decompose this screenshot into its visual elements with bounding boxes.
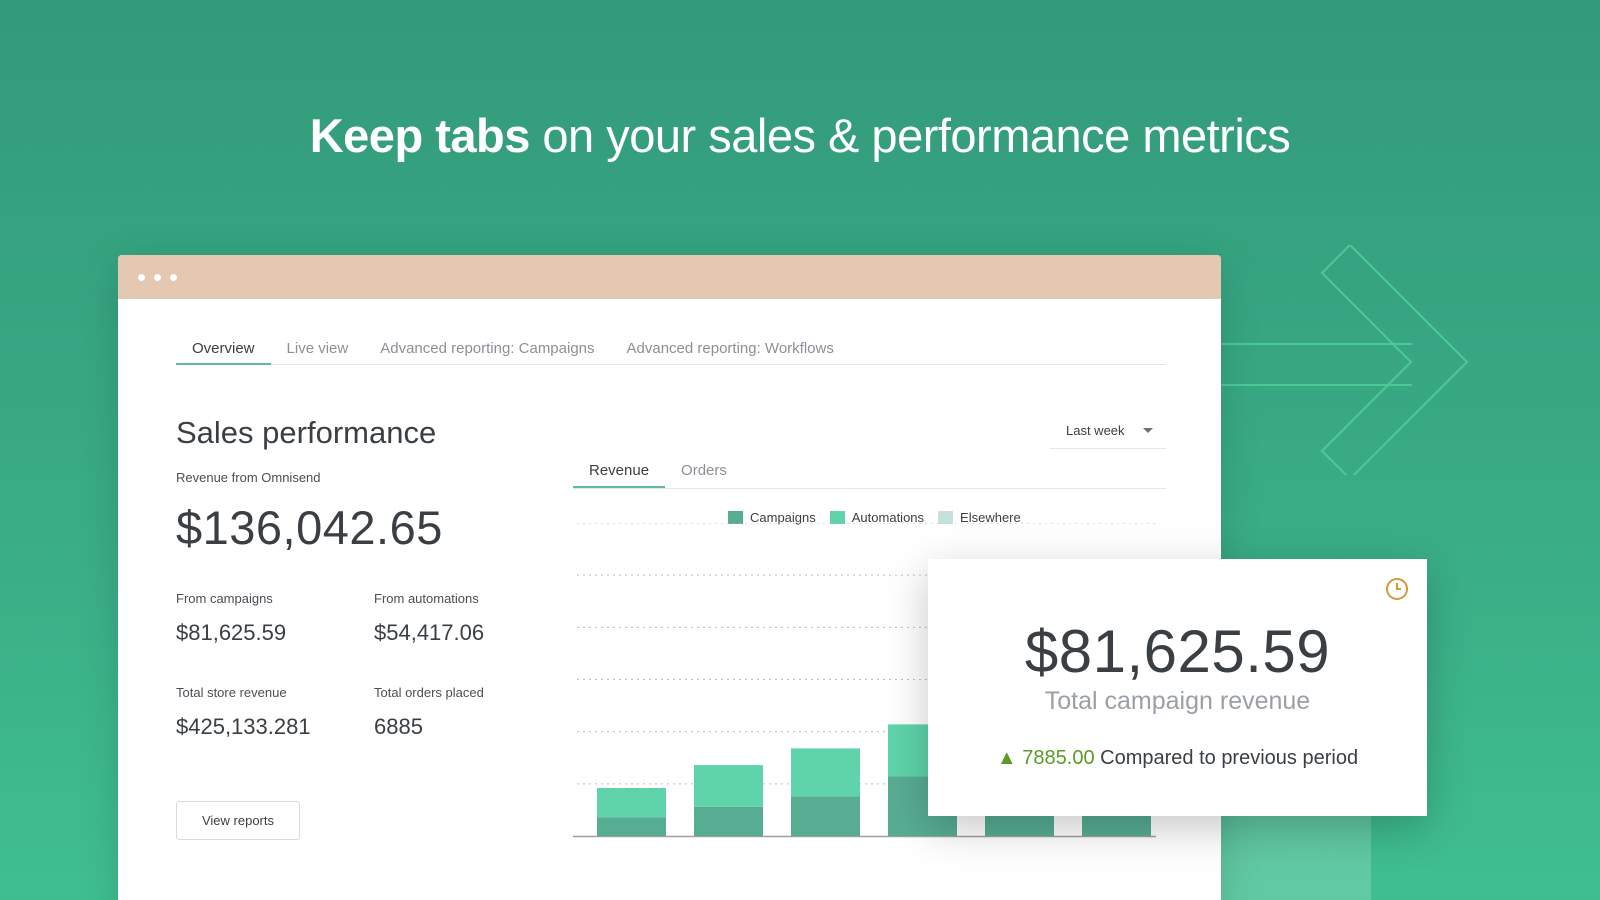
stat-orders: Total orders placed 6885 [374,685,484,740]
view-reports-button[interactable]: View reports [176,801,300,840]
stat-value: $425,133.281 [176,714,311,739]
ghost-bar [1221,813,1371,900]
card-delta: 7885.00 [1022,747,1095,769]
stat-value: $54,417.06 [374,620,485,645]
campaign-revenue-card: $81,625.59 Total campaign revenue ▲ 7885… [928,559,1427,816]
headline-rest: on your sales & performance metrics [529,109,1291,162]
stat-label: Total store revenue [176,685,287,700]
stat-label: Total orders placed [374,685,484,700]
card-delta-text: Compared to previous period [1100,747,1359,769]
stat-label: From campaigns [176,591,273,606]
page-title: Sales performance [176,415,437,450]
period-select-value: Last week [1066,423,1125,438]
tab-orders[interactable]: Orders [665,455,743,488]
stat-automations: From automations $54,417.06 [374,591,484,646]
chevron-down-icon [1142,428,1153,433]
headline-bold: Keep tabs [309,109,531,162]
tab-advanced-campaigns[interactable]: Advanced reporting: Campaigns [364,331,610,365]
tab-advanced-workflows[interactable]: Advanced reporting: Workflows [611,331,850,365]
stat-value: 6885 [374,714,423,739]
window-dot-icon [170,273,177,281]
window-titlebar [118,255,1221,299]
revenue-value: $136,042.65 [176,501,443,554]
tab-revenue[interactable]: Revenue [573,455,666,488]
clock-icon[interactable] [1385,577,1409,601]
trend-up-icon: ▲ [996,747,1023,769]
bar-automations-2[interactable] [694,765,763,807]
bar-campaigns-2[interactable] [694,806,763,836]
chart-tabs: Revenue Orders [573,455,1166,489]
stat-store-revenue: Total store revenue $425,133.281 [176,685,311,740]
bar-campaigns-3[interactable] [791,796,860,836]
window-dot-icon [154,273,161,281]
tab-live-view[interactable]: Live view [271,331,365,365]
arrow-decoration-icon [1205,245,1469,475]
period-select[interactable]: Last week [1050,413,1166,449]
stat-value: $81,625.59 [176,620,287,645]
card-label: Total campaign revenue [1044,687,1311,715]
card-value: $81,625.59 [1024,618,1331,685]
report-tabs: Overview Live view Advanced reporting: C… [176,331,1166,365]
window-dot-icon [138,273,145,281]
stat-campaigns: From campaigns $81,625.59 [176,591,286,646]
bar-automations-1[interactable] [597,788,666,818]
bar-automations-3[interactable] [791,748,860,797]
card-comparison: ▲ 7885.00 Compared to previous period [928,747,1427,770]
tab-overview[interactable]: Overview [176,331,271,365]
stat-label: From automations [374,591,479,606]
bar-campaigns-1[interactable] [597,817,666,836]
revenue-label: Revenue from Omnisend [176,470,321,485]
headline: Keep tabs on your sales & performance me… [0,108,1600,163]
